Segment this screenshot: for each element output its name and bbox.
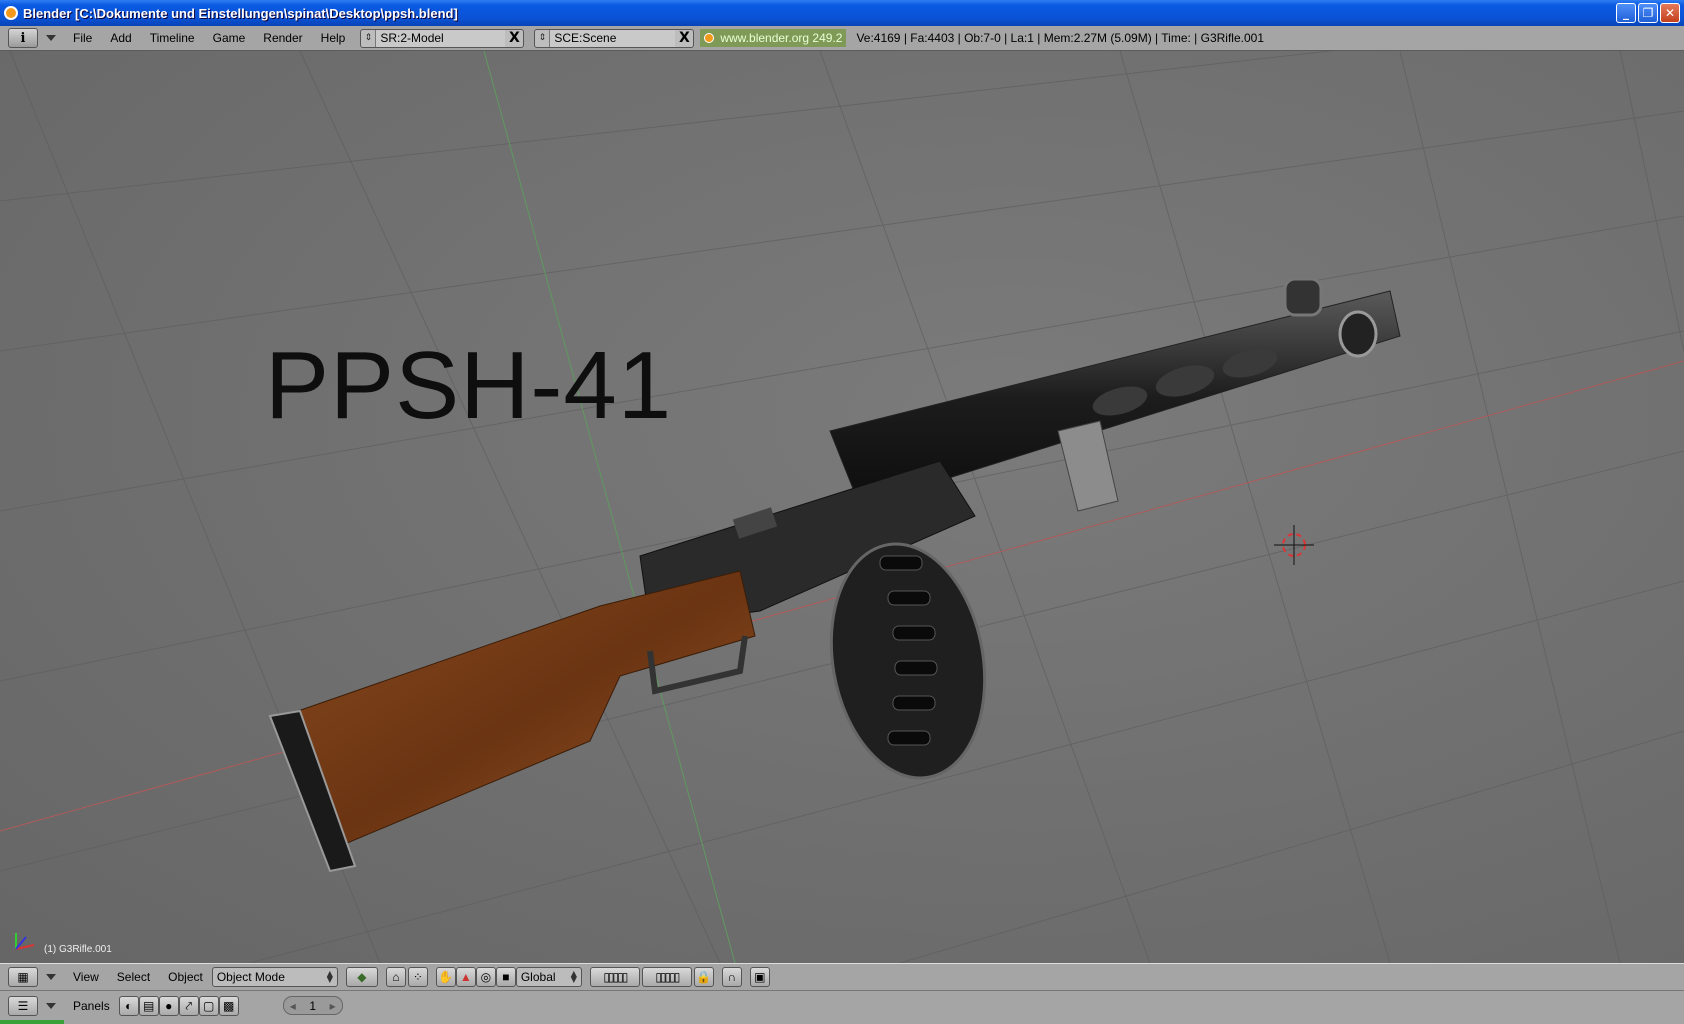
- window-title: Blender [C:\Dokumente und Einstellungen\…: [23, 5, 458, 21]
- dots-icon: ⁘: [412, 970, 423, 984]
- decrement-arrow-icon[interactable]: ◂: [290, 999, 296, 1013]
- minimize-button[interactable]: _: [1616, 3, 1636, 23]
- manipulator-toggle[interactable]: ✋: [435, 967, 456, 987]
- menu-view[interactable]: View: [64, 970, 108, 984]
- grid-icon: ▦: [17, 970, 29, 984]
- url-text: www.blender.org 249.2: [720, 31, 843, 45]
- blender-url-link[interactable]: www.blender.org 249.2: [700, 29, 847, 47]
- menu-help[interactable]: Help: [312, 31, 355, 45]
- frame-number-field[interactable]: ◂ 1 ▸: [282, 996, 343, 1015]
- scene-icon: ▩: [223, 999, 235, 1013]
- magnet-icon: ∩: [727, 970, 737, 984]
- menu-render[interactable]: Render: [254, 31, 311, 45]
- logic-context-button[interactable]: ◐: [118, 996, 139, 1016]
- buttons-window-icon: ☰: [17, 999, 29, 1013]
- menu-game[interactable]: Game: [204, 31, 255, 45]
- triangle-icon: ▲: [459, 970, 472, 984]
- sphere-icon: ●: [165, 999, 173, 1013]
- collapse-menus-icon[interactable]: [46, 974, 56, 980]
- script-icon: ▤: [143, 999, 155, 1013]
- frame-value: 1: [309, 998, 317, 1013]
- script-context-button[interactable]: ▤: [138, 996, 159, 1016]
- hand-icon: ✋: [438, 970, 454, 984]
- scale-manipulator[interactable]: ■: [495, 967, 516, 987]
- menu-file[interactable]: File: [64, 31, 101, 45]
- transform-orientation-select[interactable]: Global ▲ ▼: [515, 967, 582, 987]
- blender-logo-icon: [704, 33, 715, 43]
- muzzle: [1338, 310, 1378, 358]
- increment-arrow-icon[interactable]: ▸: [330, 999, 336, 1013]
- active-object-label: (1) G3Rifle.001: [44, 944, 112, 955]
- editor-type-button[interactable]: ▦: [8, 967, 38, 987]
- info-icon: i: [20, 30, 26, 46]
- lock-icon: 🔒: [696, 970, 712, 984]
- collapse-menus-icon[interactable]: [46, 1003, 56, 1009]
- editing-context-button[interactable]: ▢: [198, 996, 219, 1016]
- wooden-stock: [274, 570, 756, 873]
- pivot-point-select[interactable]: ⌂: [385, 967, 406, 987]
- layer-grid-icon: ▯▯▯▯▯: [655, 970, 680, 984]
- scene-layers-1[interactable]: ▯▯▯▯▯: [589, 967, 640, 987]
- delete-scene-button[interactable]: X: [675, 30, 693, 46]
- updown-arrows-icon: ▲ ▼: [326, 969, 333, 984]
- editing-icon: ▢: [203, 999, 215, 1013]
- delete-screen-button[interactable]: X: [505, 30, 523, 46]
- screen-name-field[interactable]: SR:2-Model: [375, 29, 506, 47]
- shading-context-button[interactable]: ●: [158, 996, 179, 1016]
- render-icon: ▣: [754, 970, 766, 984]
- pacman-icon: ◐: [125, 999, 133, 1013]
- front-sight: [1283, 277, 1323, 317]
- window-titlebar[interactable]: Blender [C:\Dokumente und Einstellungen\…: [0, 0, 1684, 26]
- scene-name-field[interactable]: SCE:Scene: [549, 29, 676, 47]
- lock-layers-button[interactable]: 🔒: [693, 967, 714, 987]
- translate-manipulator[interactable]: ▲: [455, 967, 476, 987]
- editor-type-button[interactable]: ☰: [8, 996, 38, 1016]
- taskbar-strip: [0, 1020, 64, 1024]
- pivot-icon: ⌂: [392, 970, 400, 984]
- object-context-button[interactable]: ⤤: [178, 996, 199, 1016]
- render-preview-button[interactable]: ▣: [749, 967, 770, 987]
- blender-logo-icon: [4, 6, 18, 20]
- panels-label[interactable]: Panels: [64, 996, 119, 1016]
- collapse-menus-icon[interactable]: [46, 35, 56, 41]
- mode-select[interactable]: Object Mode ▲ ▼: [211, 967, 338, 987]
- updown-arrows-icon[interactable]: ⇕: [535, 33, 549, 43]
- menu-timeline[interactable]: Timeline: [141, 31, 204, 45]
- 3d-cursor-icon[interactable]: [1274, 525, 1314, 565]
- info-header: i File Add Timeline Game Render Help ⇕ S…: [0, 26, 1684, 51]
- orientation-value: Global: [520, 970, 556, 984]
- square-icon: ■: [502, 970, 510, 984]
- scene-context-button[interactable]: ▩: [218, 996, 239, 1016]
- scene-layers-2[interactable]: ▯▯▯▯▯: [641, 967, 692, 987]
- close-button[interactable]: ✕: [1660, 3, 1680, 23]
- mode-value: Object Mode: [216, 970, 285, 984]
- draw-type-select[interactable]: ◆: [345, 967, 378, 987]
- menu-object[interactable]: Object: [159, 970, 212, 984]
- object-icon: ⤤: [185, 998, 193, 1013]
- scene-browse[interactable]: ⇕ SCE:Scene X: [534, 28, 695, 48]
- menu-add[interactable]: Add: [101, 31, 140, 45]
- buttons-window-header: ☰ Panels ◐ ▤ ● ⤤ ▢ ▩ ◂ 1 ▸: [0, 990, 1684, 1024]
- 3d-viewport[interactable]: PPSH-41 (1) G3Rifle.001: [0, 51, 1684, 963]
- snap-button[interactable]: ∩: [721, 967, 742, 987]
- scene-stats: Ve:4169 | Fa:4403 | Ob:7-0 | La:1 | Mem:…: [856, 31, 1265, 45]
- layer-grid-icon: ▯▯▯▯▯: [603, 970, 628, 984]
- circle-icon: ◎: [480, 970, 492, 984]
- screen-browse[interactable]: ⇕ SR:2-Model X: [360, 28, 525, 48]
- layers-button[interactable]: ⁘: [407, 967, 428, 987]
- window-type-button[interactable]: i: [8, 28, 38, 48]
- axis-gizmo-icon: [15, 933, 35, 950]
- updown-arrows-icon: ▲ ▼: [570, 969, 577, 984]
- ppsh-rifle-model[interactable]: [0, 51, 1684, 963]
- maximize-button[interactable]: ❐: [1638, 3, 1658, 23]
- barrel-band: [1057, 420, 1119, 512]
- updown-arrows-icon[interactable]: ⇕: [361, 33, 375, 43]
- solid-shading-icon: ◆: [357, 970, 367, 984]
- 3d-view-header: ▦ View Select Object Object Mode ▲ ▼ ◆ ⌂ …: [0, 963, 1684, 990]
- menu-select[interactable]: Select: [108, 970, 159, 984]
- model-title-text: PPSH-41: [265, 332, 673, 439]
- rotate-manipulator[interactable]: ◎: [475, 967, 496, 987]
